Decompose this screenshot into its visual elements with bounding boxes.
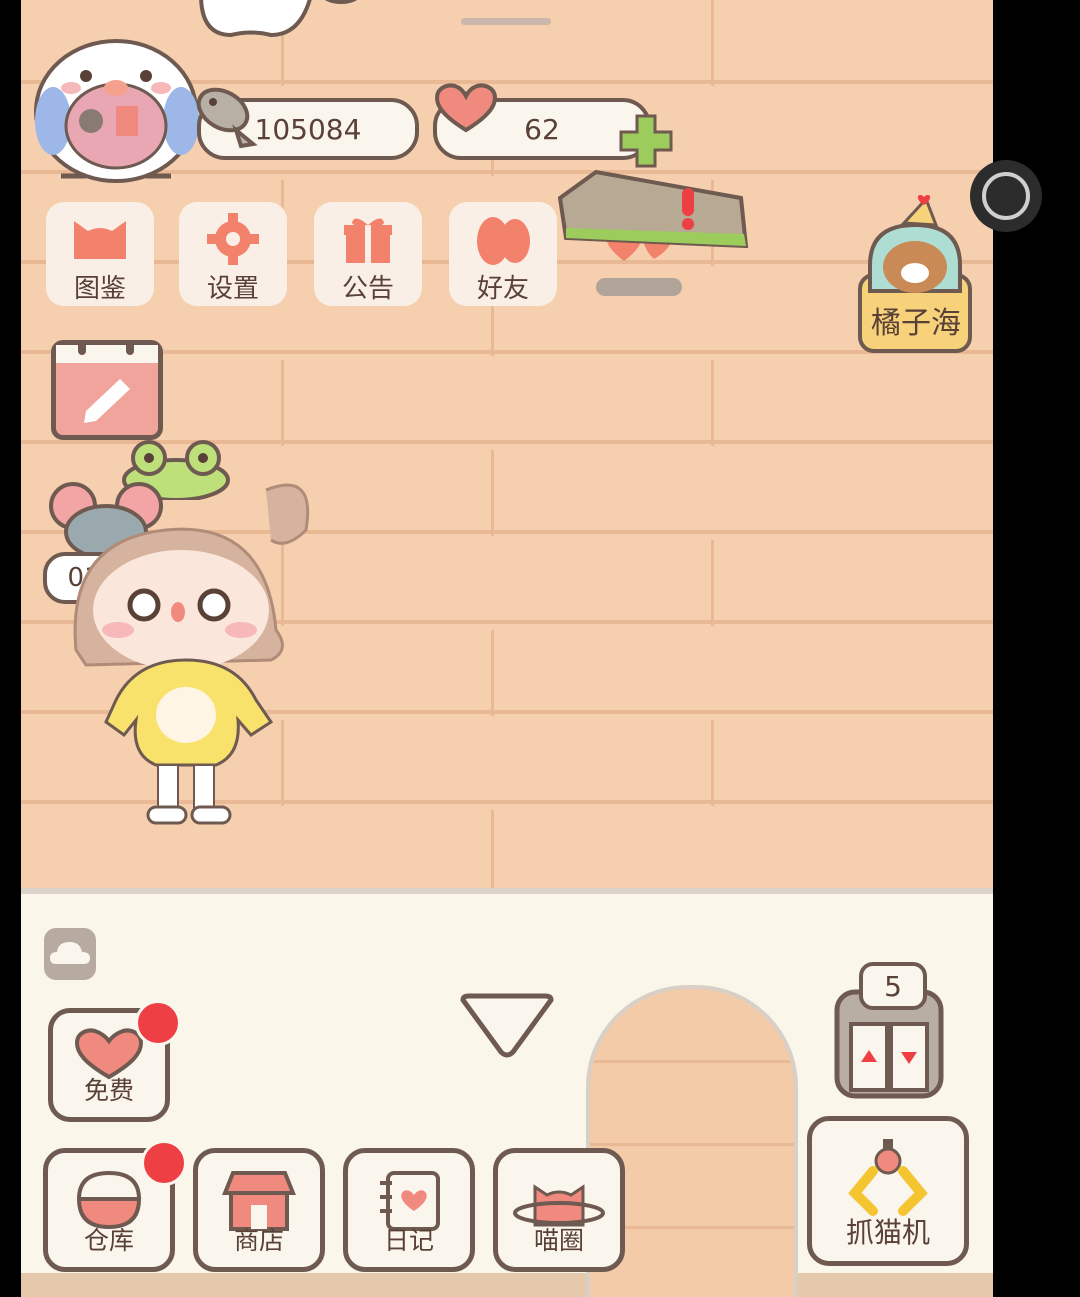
calendar-checkin-button[interactable] (51, 333, 163, 440)
diary-label: 日记 (383, 1226, 434, 1255)
shelf-decoration (557, 169, 749, 249)
warehouse-notification-dot (141, 1140, 187, 1186)
fish-coin-value: 105084 (254, 112, 362, 146)
top-handle-bar[interactable] (461, 18, 551, 25)
game-screen: 105084 62 图鉴 设置 公告 好友 橘子海 5 免费 仓库 商店 日记 … (21, 0, 993, 1297)
heart-icon (434, 83, 498, 133)
player-character[interactable] (56, 460, 326, 835)
gear-icon (207, 213, 259, 265)
claw-machine-button[interactable]: 抓猫机 (807, 1116, 969, 1266)
cat-figure-partial (199, 0, 357, 38)
menu-friends-button[interactable]: 好友 (449, 202, 557, 306)
friends-icon (477, 217, 530, 265)
menu-announcement-button[interactable]: 公告 (314, 202, 422, 306)
heart-value: 62 (524, 112, 560, 146)
cat-circle-button[interactable]: 喵圈 (493, 1148, 625, 1272)
cat-head-icon (74, 221, 126, 259)
cat-circle-label: 喵圈 (533, 1226, 584, 1255)
cloud-button[interactable] (44, 928, 96, 980)
event-progress-bar (596, 278, 682, 296)
fish-icon (196, 87, 258, 149)
menu-catalog-label: 图鉴 (73, 274, 126, 304)
menu-friends-label: 好友 (476, 274, 529, 304)
cloud-icon (50, 942, 90, 964)
orange-sea-label: 橘子海 (871, 306, 961, 341)
gift-icon (344, 218, 392, 263)
menu-settings-button[interactable]: 设置 (179, 202, 287, 306)
floor-baseboard (21, 1273, 993, 1297)
shop-label: 商店 (233, 1226, 284, 1255)
menu-settings-label: 设置 (206, 274, 259, 304)
free-notification-dot (135, 1000, 181, 1046)
exclamation-icon (682, 188, 694, 230)
elevator-floor-number: 5 (884, 969, 902, 1003)
collapse-arrow-icon[interactable] (457, 992, 557, 1062)
menu-catalog-button[interactable]: 图鉴 (46, 202, 154, 306)
free-hearts-label: 免费 (83, 1076, 134, 1105)
shop-button[interactable]: 商店 (193, 1148, 325, 1272)
menu-announcement-label: 公告 (341, 274, 394, 304)
floating-assistive-button[interactable] (968, 158, 1044, 234)
claw-machine-label: 抓猫机 (845, 1216, 930, 1249)
add-hearts-button[interactable] (617, 112, 675, 170)
elevator-floor-indicator: 5 (859, 962, 927, 1010)
avatar[interactable] (31, 26, 201, 186)
claw-icon (848, 1139, 928, 1216)
diary-button[interactable]: 日记 (343, 1148, 475, 1272)
warehouse-label: 仓库 (83, 1226, 134, 1255)
pencil-icon (56, 333, 158, 423)
